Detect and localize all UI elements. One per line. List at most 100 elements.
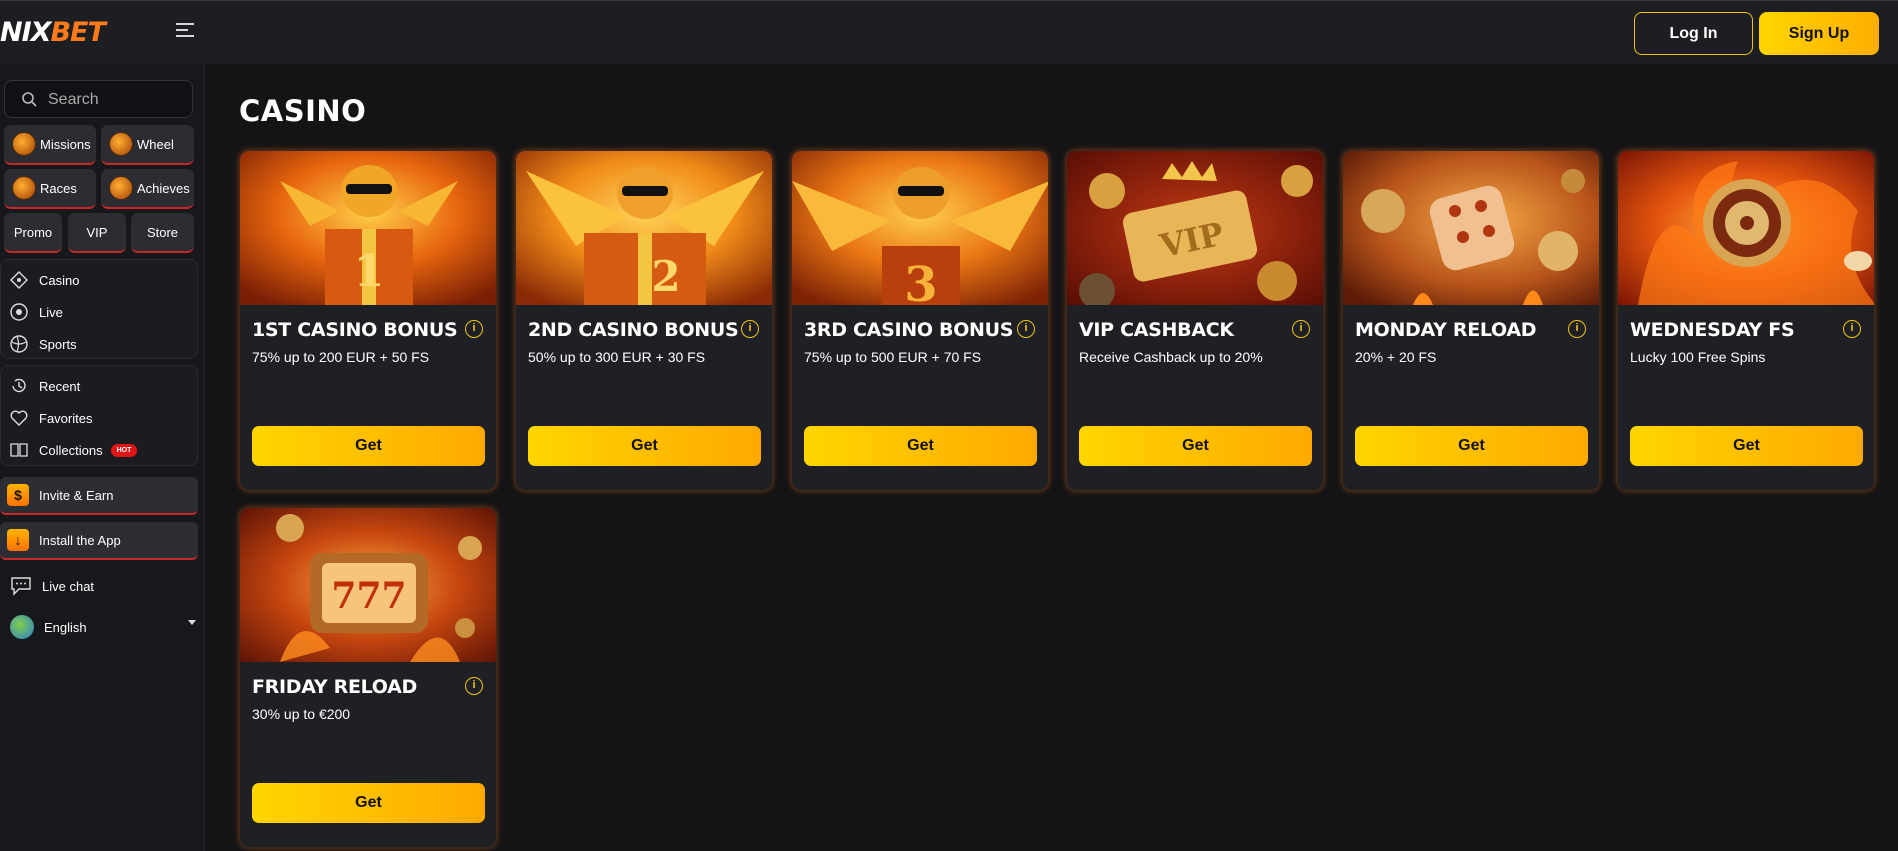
history-icon — [12, 378, 26, 393]
card-title: MONDAY RELOAD — [1355, 319, 1537, 341]
card-title: 1ST CASINO BONUS — [252, 319, 458, 341]
chip-label: Races — [40, 180, 77, 196]
art-number: 1 — [354, 246, 385, 297]
info-icon[interactable]: i — [741, 320, 759, 338]
live-chat-link[interactable]: Live chat — [10, 573, 94, 599]
bonus-card[interactable]: 3 3RD CASINO BONUS i 75% up to 500 EUR +… — [791, 150, 1049, 491]
chip-label: Promo — [13, 224, 53, 240]
invite-earn-button[interactable]: $ Invite & Earn — [0, 477, 198, 515]
get-bonus-button[interactable]: Get — [804, 426, 1037, 466]
chip-achieves[interactable]: Achieves — [101, 169, 194, 209]
bonus-card[interactable]: 2 2ND CASINO BONUS i 50% up to 300 EUR +… — [515, 150, 773, 491]
card-title: FRIDAY RELOAD — [252, 676, 417, 698]
chip-races[interactable]: Races — [4, 169, 96, 209]
globe-icon — [10, 615, 34, 639]
bonus-artwork-3: 3 — [792, 151, 1048, 305]
signup-button[interactable]: Sign Up — [1759, 12, 1879, 55]
card-title: WEDNESDAY FS — [1630, 319, 1795, 341]
info-icon[interactable]: i — [1843, 320, 1861, 338]
nav-collections[interactable]: Collections HOT — [9, 438, 138, 462]
menu-toggle-icon[interactable] — [176, 23, 194, 41]
card-description: Lucky 100 Free Spins — [1630, 349, 1766, 365]
nav-recent[interactable]: Recent — [9, 374, 80, 398]
casino-icon — [10, 271, 28, 289]
info-icon[interactable]: i — [1568, 320, 1586, 338]
art-number: 3 — [904, 257, 937, 305]
sports-ball-icon — [10, 335, 28, 353]
nav-label: Favorites — [39, 410, 93, 426]
chip-missions[interactable]: Missions — [4, 125, 96, 165]
card-description: 75% up to 200 EUR + 50 FS — [252, 349, 430, 365]
dollar-icon: $ — [7, 484, 29, 506]
nav-favorites[interactable]: Favorites — [9, 406, 92, 430]
get-bonus-button[interactable]: Get — [1630, 426, 1863, 466]
bonus-artwork-1: 1 — [240, 151, 496, 305]
chip-wheel[interactable]: Wheel — [101, 125, 194, 165]
chip-label: VIP — [86, 224, 108, 240]
nav-label: Sports — [39, 336, 77, 352]
bonus-artwork-5 — [1343, 151, 1599, 305]
art-777: 777 — [331, 575, 406, 617]
logo-text-nix: NIX — [0, 17, 51, 48]
nav-label: Recent — [39, 378, 81, 394]
chip-promo[interactable]: Promo — [4, 213, 62, 253]
language-label: English — [44, 619, 87, 635]
card-title: 2ND CASINO BONUS — [528, 319, 739, 341]
install-app-button[interactable]: ↓ Install the App — [0, 522, 198, 560]
nav-group-personal: Recent Favorites Collections HOT — [0, 365, 198, 466]
invite-label: Invite & Earn — [39, 487, 114, 503]
page-title: CASINO — [239, 94, 367, 128]
chip-vip[interactable]: VIP — [68, 213, 126, 253]
live-chat-label: Live chat — [42, 578, 95, 594]
info-icon[interactable]: i — [1292, 320, 1310, 338]
get-bonus-button[interactable]: Get — [528, 426, 761, 466]
info-icon[interactable]: i — [465, 677, 483, 695]
get-bonus-button[interactable]: Get — [1079, 426, 1312, 466]
get-bonus-button[interactable]: Get — [252, 426, 485, 466]
top-bar: NIXBET Log In Sign Up — [0, 0, 1898, 64]
bonus-artwork-6 — [1618, 151, 1874, 305]
login-button[interactable]: Log In — [1634, 12, 1753, 55]
missions-icon — [12, 132, 36, 156]
chip-label: Wheel — [137, 136, 174, 152]
bonus-artwork-2: 2 — [516, 151, 772, 305]
card-title: VIP CASHBACK — [1079, 319, 1234, 341]
chip-label: Achieves — [137, 180, 190, 196]
bonus-card[interactable]: WEDNESDAY FS i Lucky 100 Free Spins Get — [1617, 150, 1875, 491]
card-title: 3RD CASINO BONUS — [804, 319, 1014, 341]
download-icon: ↓ — [7, 529, 29, 551]
card-description: 20% + 20 FS — [1355, 349, 1437, 365]
nav-group-main: Casino Live Sports — [0, 259, 198, 359]
search-icon — [22, 92, 37, 107]
wheel-icon — [109, 132, 133, 156]
bonus-card[interactable]: MONDAY RELOAD i 20% + 20 FS Get — [1342, 150, 1600, 491]
search-box[interactable] — [4, 80, 193, 118]
nav-live[interactable]: Live — [9, 300, 63, 324]
chip-label: Missions — [40, 136, 91, 152]
brand-logo[interactable]: NIXBET — [0, 17, 106, 48]
live-icon — [10, 303, 28, 321]
nav-casino[interactable]: Casino — [9, 268, 79, 292]
info-icon[interactable]: i — [1017, 320, 1035, 338]
language-selector[interactable]: English — [10, 614, 196, 640]
nav-label: Casino — [39, 272, 80, 288]
art-number: 2 — [651, 252, 680, 301]
info-icon[interactable]: i — [465, 320, 483, 338]
search-input[interactable] — [48, 89, 188, 111]
bonus-artwork-7: 777 — [240, 508, 496, 662]
get-bonus-button[interactable]: Get — [1355, 426, 1588, 466]
heart-icon — [10, 410, 28, 426]
bonus-card[interactable]: 777 FRIDAY RELOAD i 30% up to €200 Get — [239, 507, 497, 848]
bonus-artwork-4: VIP — [1067, 151, 1323, 305]
chip-store[interactable]: Store — [131, 213, 194, 253]
bonus-card[interactable]: VIP VIP CASHBACK i Receive Cashback up t… — [1066, 150, 1324, 491]
logo-text-bet: BET — [50, 17, 105, 48]
nav-sports[interactable]: Sports — [9, 332, 77, 356]
races-icon — [12, 176, 36, 200]
card-description: 75% up to 500 EUR + 70 FS — [804, 349, 982, 365]
chevron-down-icon — [188, 620, 196, 625]
nav-label: Collections — [39, 442, 103, 458]
install-label: Install the App — [39, 532, 121, 548]
bonus-card[interactable]: 1 1ST CASINO BONUS i 75% up to 200 EUR +… — [239, 150, 497, 491]
get-bonus-button[interactable]: Get — [252, 783, 485, 823]
